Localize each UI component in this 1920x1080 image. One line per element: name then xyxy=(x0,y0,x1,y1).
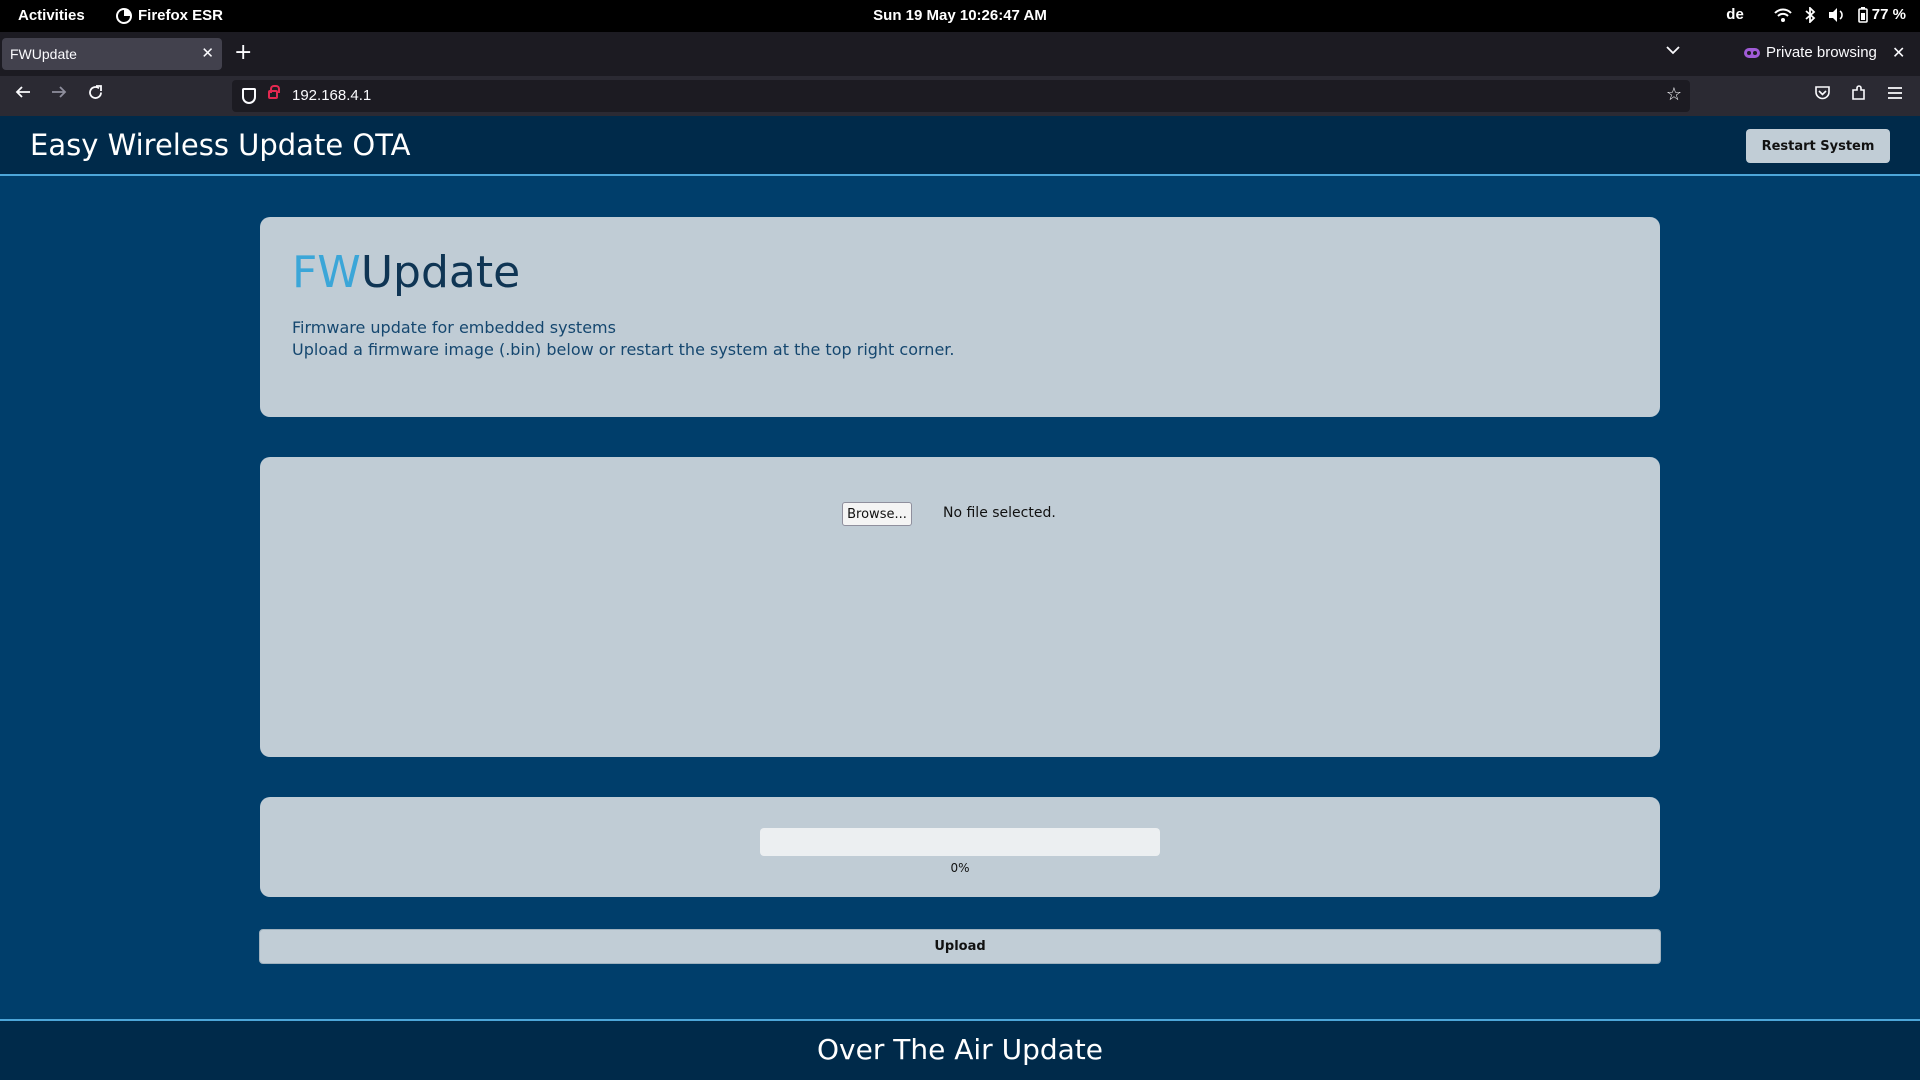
wifi-icon xyxy=(1774,8,1792,22)
progress-percent: 0% xyxy=(950,861,970,875)
battery-icon xyxy=(1857,6,1868,23)
description-line-2: Upload a firmware image (.bin) below or … xyxy=(292,340,955,359)
lock-icon[interactable] xyxy=(268,85,280,99)
system-tray[interactable]: de 77 % xyxy=(1726,6,1906,23)
pocket-icon[interactable] xyxy=(1814,85,1831,106)
fwupdate-heading: FWUpdate xyxy=(292,247,520,298)
heading-prefix: FW xyxy=(292,247,361,298)
restart-system-button[interactable]: Restart System xyxy=(1746,129,1890,163)
activities-button[interactable]: Activities xyxy=(18,7,85,24)
tab-fwupdate[interactable]: FWUpdate ✕ xyxy=(2,38,222,70)
footer-text: Over The Air Update xyxy=(817,1033,1103,1066)
page-title: Easy Wireless Update OTA xyxy=(30,128,411,162)
description-line-1: Firmware update for embedded systems xyxy=(292,318,616,337)
hamburger-menu-icon[interactable] xyxy=(1887,85,1903,105)
tab-strip: FWUpdate ✕ xyxy=(0,32,1920,76)
clock[interactable]: Sun 19 May 10:26:47 AM xyxy=(873,7,1047,24)
upload-button[interactable]: Upload xyxy=(259,929,1661,964)
description: Firmware update for embedded systems Upl… xyxy=(292,317,954,361)
navigation-toolbar: 192.168.4.1 ☆ xyxy=(0,76,1920,116)
page-footer: Over The Air Update xyxy=(0,1019,1920,1080)
app-menu[interactable]: Firefox ESR xyxy=(116,7,223,24)
battery-percent: 77 % xyxy=(1871,6,1906,23)
browse-button[interactable]: Browse... xyxy=(842,502,912,526)
firefox-icon xyxy=(116,7,132,24)
upload-progress-bar xyxy=(760,828,1160,856)
app-name: Firefox ESR xyxy=(138,7,224,24)
info-card: FWUpdate Firmware update for embedded sy… xyxy=(260,217,1660,417)
tab-title: FWUpdate xyxy=(10,46,77,62)
window-close-icon[interactable]: ✕ xyxy=(1892,43,1905,62)
forward-arrow-icon[interactable] xyxy=(50,84,68,105)
shield-icon[interactable] xyxy=(242,88,256,104)
chevron-down-icon[interactable] xyxy=(1666,44,1680,59)
file-status: No file selected. xyxy=(943,505,1056,521)
heading-suffix: Update xyxy=(360,247,521,298)
page-header: Easy Wireless Update OTA Restart System xyxy=(0,116,1920,176)
private-mask-icon xyxy=(1744,47,1760,58)
new-tab-icon[interactable]: + xyxy=(234,40,252,65)
system-top-bar: Activities Firefox ESR Sun 19 May 10:26:… xyxy=(0,0,1920,32)
bluetooth-icon xyxy=(1805,6,1816,23)
file-select-card: Browse... No file selected. xyxy=(260,457,1660,757)
tab-close-icon[interactable]: ✕ xyxy=(201,44,214,62)
private-browsing-indicator: Private browsing xyxy=(1744,44,1877,61)
reload-icon[interactable] xyxy=(87,84,104,106)
keyboard-layout[interactable]: de xyxy=(1726,6,1744,23)
progress-card: 0% xyxy=(260,797,1660,897)
back-arrow-icon[interactable] xyxy=(14,84,32,105)
url-text[interactable]: 192.168.4.1 xyxy=(292,87,371,104)
extensions-icon[interactable] xyxy=(1851,85,1867,106)
private-browsing-label: Private browsing xyxy=(1766,44,1877,61)
bookmark-star-icon[interactable]: ☆ xyxy=(1666,84,1682,105)
url-bar[interactable]: 192.168.4.1 ☆ xyxy=(232,80,1690,112)
volume-icon xyxy=(1828,7,1843,22)
